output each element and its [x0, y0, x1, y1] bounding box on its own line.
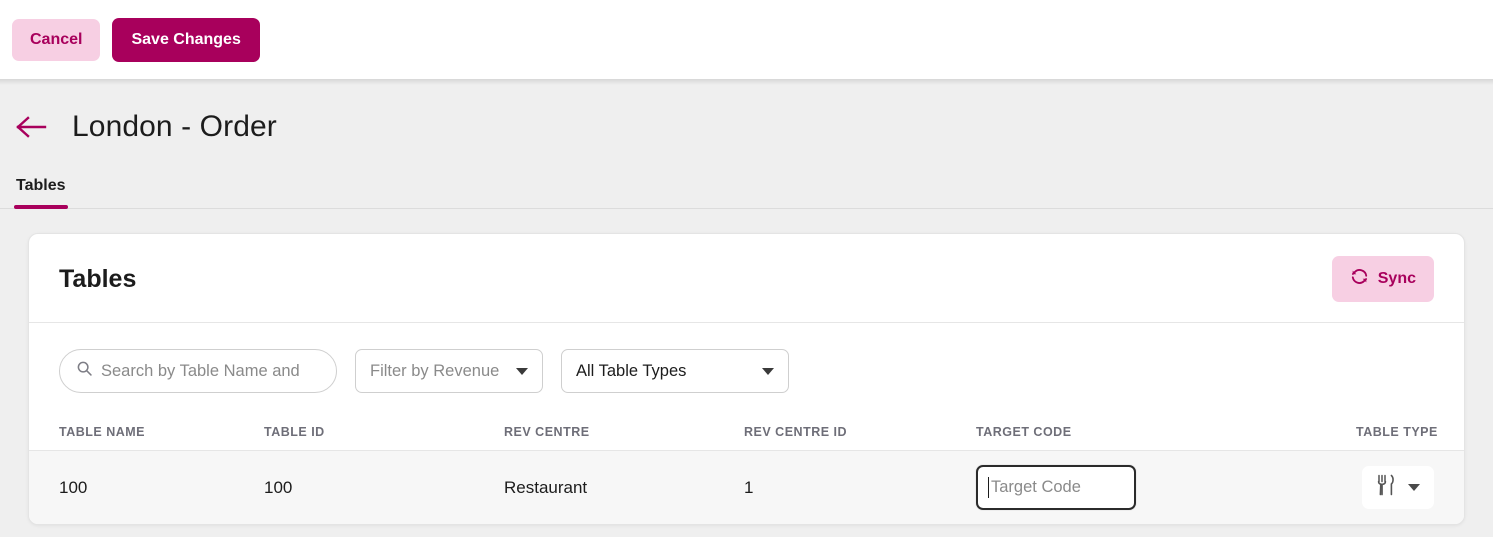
text-cursor — [988, 477, 989, 498]
chevron-down-icon — [516, 367, 528, 375]
page-area: London - Order Tables Tables Sync Search… — [0, 79, 1493, 525]
column-header-target-code: TARGET CODE — [976, 415, 1356, 451]
card-wrapper: Tables Sync Search by Table Name and Fil… — [14, 209, 1479, 525]
tab-bar: Tables — [0, 161, 1493, 209]
sync-button[interactable]: Sync — [1331, 256, 1434, 302]
card-header: Tables Sync — [29, 234, 1464, 323]
column-header-rev-centre: REV CENTRE — [504, 415, 744, 451]
revenue-filter-dropdown[interactable]: Filter by Revenue — [355, 349, 543, 393]
revenue-filter-value: Filter by Revenue — [370, 361, 500, 380]
column-header-rev-centre-id: REV CENTRE ID — [744, 415, 976, 451]
sync-button-label: Sync — [1377, 270, 1416, 287]
table-type-filter-dropdown[interactable]: All Table Types — [561, 349, 789, 393]
save-changes-button[interactable]: Save Changes — [112, 17, 260, 62]
cancel-button[interactable]: Cancel — [12, 18, 101, 61]
cell-table-type — [1356, 450, 1464, 524]
chevron-down-icon — [1408, 484, 1420, 491]
top-action-toolbar: Cancel Save Changes — [0, 0, 1493, 85]
arrow-left-icon[interactable] — [14, 110, 48, 144]
page-title: London - Order — [72, 110, 277, 143]
tables-card: Tables Sync Search by Table Name and Fil… — [28, 233, 1465, 525]
table-type-selector[interactable] — [1362, 466, 1434, 509]
refresh-icon — [1350, 267, 1369, 291]
table-body: 100 100 Restaurant 1 Target Code — [29, 450, 1464, 524]
tab-tables[interactable]: Tables — [14, 177, 68, 209]
column-header-table-type: TABLE TYPE — [1356, 415, 1464, 451]
filter-bar: Search by Table Name and Filter by Reven… — [29, 323, 1464, 415]
table-row: 100 100 Restaurant 1 Target Code — [29, 450, 1464, 524]
cell-rev-centre: Restaurant — [504, 450, 744, 524]
cutlery-icon — [1376, 474, 1396, 501]
tables-table: TABLE NAME TABLE ID REV CENTRE REV CENTR… — [29, 415, 1464, 524]
card-title: Tables — [59, 264, 137, 293]
cell-rev-centre-id: 1 — [744, 450, 976, 524]
column-header-table-name: TABLE NAME — [29, 415, 264, 451]
target-code-placeholder: Target Code — [991, 478, 1081, 496]
table-head: TABLE NAME TABLE ID REV CENTRE REV CENTR… — [29, 415, 1464, 451]
page-header: London - Order — [14, 79, 1479, 161]
target-code-input[interactable]: Target Code — [976, 465, 1136, 510]
cell-table-id: 100 — [264, 450, 504, 524]
column-header-table-id: TABLE ID — [264, 415, 504, 451]
table-header-row: TABLE NAME TABLE ID REV CENTRE REV CENTR… — [29, 415, 1464, 451]
cell-target-code: Target Code — [976, 450, 1356, 524]
table-type-filter-value: All Table Types — [576, 361, 687, 380]
chevron-down-icon — [762, 367, 774, 375]
search-icon — [76, 360, 93, 382]
cell-table-name: 100 — [29, 450, 264, 524]
search-input[interactable]: Search by Table Name and — [59, 349, 337, 393]
search-input-placeholder: Search by Table Name and — [101, 361, 300, 380]
